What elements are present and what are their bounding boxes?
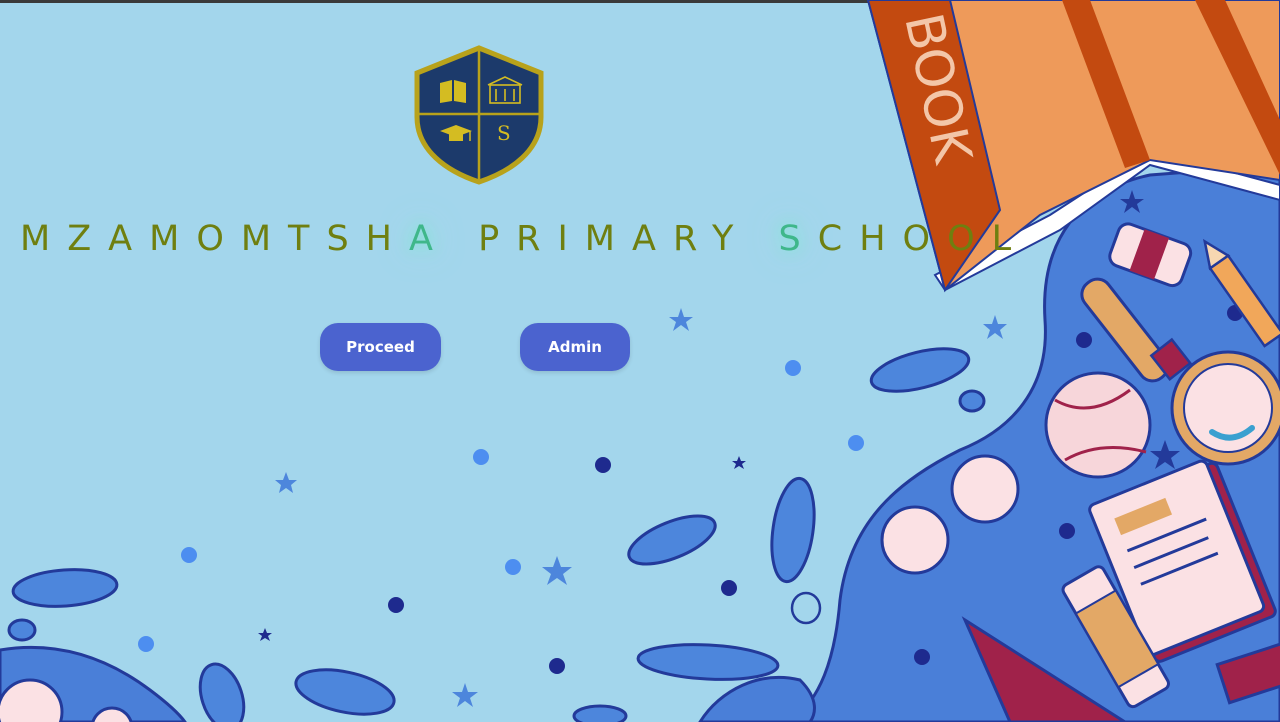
school-name-part: CHOOL: [817, 219, 1029, 259]
marble-shape: [950, 454, 1020, 524]
dot-shape: [721, 580, 737, 596]
pebble-shape: [869, 347, 971, 393]
star-shape: [983, 315, 1007, 339]
school-name-part: MZAMOMTSH: [20, 219, 409, 259]
proceed-button[interactable]: Proceed: [320, 323, 441, 371]
baseball-shape: [1044, 371, 1152, 479]
pebble-shape: [294, 668, 396, 716]
pebble-shape: [636, 643, 780, 681]
dot-shape: [473, 449, 489, 465]
pebble-shape: [627, 514, 717, 566]
star-shape: [669, 308, 693, 331]
dot-shape: [1076, 332, 1092, 348]
school-name-heading: MZAMOMTSH A PRIMARY S CHOOL: [20, 216, 1060, 262]
supplies-splash-shape: [698, 675, 816, 722]
admin-button[interactable]: Admin: [520, 323, 630, 371]
dot-shape: [505, 559, 521, 575]
dot-shape: [181, 547, 197, 563]
school-name-highlight-letter: S: [778, 219, 818, 259]
pebble-shape: [958, 389, 986, 413]
dot-shape: [1059, 523, 1075, 539]
school-name-highlight-letter: A: [408, 219, 450, 259]
pebble-shape: [572, 704, 628, 722]
star-shape: [258, 628, 272, 641]
dot-shape: [388, 597, 404, 613]
dot-shape: [595, 457, 611, 473]
star-shape: [275, 472, 297, 493]
pebble-shape: [7, 618, 37, 642]
school-crest-logo: S: [414, 45, 544, 185]
star-shape: [732, 456, 746, 469]
dot-shape: [785, 360, 801, 376]
ring-shape: [790, 591, 822, 625]
dot-shape: [914, 649, 930, 665]
school-name-part: PRIMARY: [449, 219, 779, 259]
star-shape: [452, 683, 478, 707]
pebble-shape: [198, 662, 246, 722]
dot-shape: [138, 636, 154, 652]
dot-shape: [848, 435, 864, 451]
star-shape: [542, 556, 572, 585]
school-supplies-background: BOOK: [0, 0, 1280, 722]
pebble-shape: [770, 476, 816, 584]
crest-letter: S: [497, 121, 511, 145]
pebble-shape: [11, 568, 119, 608]
dot-shape: [549, 658, 565, 674]
marble-shape: [880, 505, 950, 575]
